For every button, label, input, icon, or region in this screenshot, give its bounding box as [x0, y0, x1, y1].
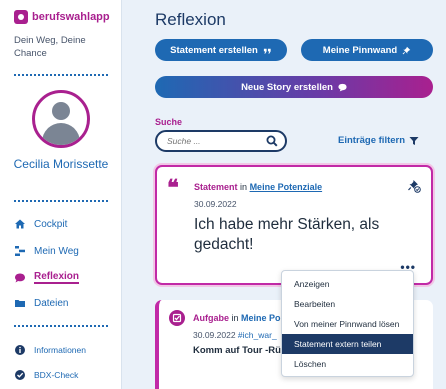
card-tag[interactable]: #ich_war_ [238, 330, 277, 340]
menu-item-share-external[interactable]: Statement extern teilen [282, 334, 413, 354]
quote-icon: ❝ [167, 175, 179, 201]
folder-icon [15, 300, 25, 307]
divider [14, 74, 108, 76]
brand-name: berufswahlapp [32, 11, 110, 23]
sidebar-item-label: BDX-Check [34, 370, 79, 380]
sidebar-item-bdx-check[interactable]: BDX-Check [14, 369, 78, 381]
sidebar-item-reflexion[interactable]: Reflexion [14, 271, 80, 284]
card-meta: 30.09.2022 #ich_war_ [193, 330, 277, 340]
menu-item-unpin[interactable]: Von meiner Pinnwand lösen [282, 314, 413, 334]
card-header: Statement in Meine Potenziale [194, 182, 322, 192]
card-connector: in [231, 313, 239, 323]
sidebar-item-mein-weg[interactable]: Mein Weg [14, 245, 79, 257]
sidebar-item-cockpit[interactable]: Cockpit [14, 218, 67, 230]
statement-text: Ich habe mehr Stärken, als gedacht! [194, 216, 380, 253]
pinned-icon[interactable] [407, 179, 421, 193]
filter-icon [409, 136, 419, 145]
pinboard-button[interactable]: Meine Pinnwand [301, 39, 433, 61]
sidebar-item-label: Dateien [34, 297, 69, 309]
menu-item-loeschen[interactable]: Löschen [282, 354, 413, 374]
button-label: Meine Pinnwand [322, 44, 398, 56]
search-field [155, 130, 287, 152]
card-date: 30.09.2022 [194, 199, 237, 209]
sidebar-item-label: Reflexion [34, 271, 80, 284]
sidebar-item-dateien[interactable]: Dateien [14, 297, 68, 309]
card-connector: in [240, 182, 248, 192]
card-context-link[interactable]: Meine Po [241, 313, 281, 323]
context-menu: Anzeigen Bearbeiten Von meiner Pinnwand … [281, 270, 414, 377]
chat-icon [338, 83, 347, 91]
sidebar: berufswahlapp Dein Weg, Deine Chance Cec… [0, 0, 122, 389]
menu-item-bearbeiten[interactable]: Bearbeiten [282, 294, 413, 314]
statement-card[interactable]: ❝ Statement in Meine Potenziale 30.09.20… [155, 165, 433, 285]
check-icon [15, 370, 25, 380]
create-statement-button[interactable]: Statement erstellen [155, 39, 287, 61]
button-label: Neue Story erstellen [241, 81, 333, 93]
reflection-icon [15, 273, 25, 282]
new-story-button[interactable]: Neue Story erstellen [155, 76, 433, 98]
pin-icon [402, 46, 411, 54]
card-date: 30.09.2022 [193, 330, 236, 340]
card-type: Statement [194, 182, 238, 192]
search-input[interactable] [167, 134, 262, 148]
divider [14, 325, 108, 327]
search-icon[interactable] [266, 135, 278, 147]
divider [14, 200, 108, 202]
home-icon [15, 219, 25, 229]
menu-item-anzeigen[interactable]: Anzeigen [282, 274, 413, 294]
sidebar-item-label: Informationen [34, 345, 86, 355]
button-label: Statement erstellen [170, 44, 258, 56]
avatar[interactable] [32, 90, 90, 148]
task-icon [169, 310, 185, 326]
sidebar-item-label: Mein Weg [34, 245, 79, 257]
card-header: Aufgabe in Meine Po [193, 313, 281, 323]
brand-tagline: Dein Weg, Deine Chance [14, 35, 86, 59]
logo-icon [14, 10, 28, 24]
brand-logo[interactable]: berufswahlapp [14, 10, 110, 24]
filter-label: Einträge filtern [338, 135, 406, 146]
page-title: Reflexion [155, 10, 226, 29]
task-title: Komm auf Tour -Rüc [193, 345, 287, 356]
card-context-link[interactable]: Meine Potenziale [250, 182, 323, 192]
sidebar-item-informationen[interactable]: Informationen [14, 344, 86, 356]
card-type: Aufgabe [193, 313, 229, 323]
filter-button[interactable]: Einträge filtern [338, 135, 419, 146]
user-name: Cecilia Morissette [13, 157, 109, 171]
path-icon [15, 246, 25, 256]
sidebar-item-label: Cockpit [34, 218, 68, 230]
info-icon [15, 345, 25, 355]
search-label: Suche [155, 117, 183, 127]
quote-icon [263, 48, 271, 54]
